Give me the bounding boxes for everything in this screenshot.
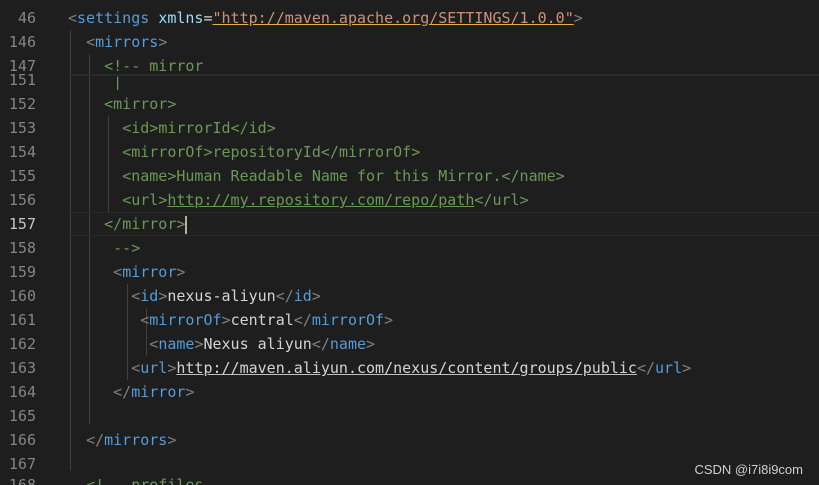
line-number: 160 [8,287,36,305]
code-line-165[interactable] [68,404,819,428]
url-tag: url [131,191,159,209]
code-line-152[interactable]: <mirror> [68,92,819,116]
line-number: 153 [8,119,36,137]
name-value: Human Readable Name for this Mirror. [176,167,502,185]
mirrorof-tag: mirrorOf [311,311,385,329]
mirrorof-tag: mirrorOf [338,143,412,161]
line-number: 155 [8,167,36,185]
code-line-46[interactable]: <settings xmlns="http://maven.apache.org… [68,6,819,30]
name-tag: name [158,335,195,353]
line-number: 151 [8,72,36,88]
line-number: 146 [8,33,36,51]
line-number: 158 [8,239,36,257]
name-tag: name [519,167,556,185]
mirrors-tag: mirrors [104,431,168,449]
line-number: 154 [8,143,36,161]
code-line-164[interactable]: </mirror> [68,380,819,404]
url-tag: url [655,359,683,377]
mirrorof-tag: mirrorOf [149,311,222,329]
id-tag: id [293,287,312,305]
line-number: 166 [8,431,36,449]
code-line-159[interactable]: <mirror> [68,260,819,284]
code-line-155[interactable]: <name>Human Readable Name for this Mirro… [68,164,819,188]
code-line-161[interactable]: <mirrorOf>central</mirrorOf> [68,308,819,332]
id-tag: id [140,287,159,305]
comment-open: <!-- mirror [104,57,204,75]
line-number: 167 [8,455,36,473]
mirror-tag: mirror [131,383,186,401]
mirrorof-tag: mirrorOf [131,143,204,161]
watermark: CSDN @i7i8i9com [694,462,803,477]
mirror-tag: mirror [122,215,177,233]
code-line-163[interactable]: <url>http://maven.aliyun.com/nexus/conte… [68,356,819,380]
code-line-154[interactable]: <mirrorOf>repositoryId</mirrorOf> [68,140,819,164]
line-number: 161 [8,311,36,329]
mirrorof-value: repositoryId [212,143,321,161]
code-line-162[interactable]: <name>Nexus aliyun</name> [68,332,819,356]
url-link[interactable]: http://my.repository.com/repo/path [167,191,474,209]
text-cursor [185,215,188,234]
code-line-160[interactable]: <id>nexus-aliyun</id> [68,284,819,308]
id-tag: id [248,119,267,137]
code-line-166[interactable]: </mirrors> [68,428,819,452]
url-tag: url [492,191,520,209]
mirrorof-value: central [230,311,294,329]
line-number: 152 [8,95,36,113]
line-number: 168 [8,476,36,485]
code-line-156[interactable]: <url>http://my.repository.com/repo/path<… [68,188,819,212]
url-link[interactable]: http://maven.aliyun.com/nexus/content/gr… [176,359,637,377]
line-number: 163 [8,359,36,377]
xmlns-value: "http://maven.apache.org/SETTINGS/1.0.0" [212,9,574,27]
mirror-tag: mirror [122,263,177,281]
code-line-146[interactable]: <mirrors> [68,30,819,54]
line-number: 46 [17,9,36,27]
code-line-153[interactable]: <id>mirrorId</id> [68,116,819,140]
line-number-active: 157 [8,215,36,233]
mirror-tag: mirror [113,95,168,113]
code-line-158[interactable]: --> [68,236,819,260]
line-number: 162 [8,335,36,353]
line-number: 156 [8,191,36,209]
comment-close: --> [113,239,141,257]
id-value: mirrorId [158,119,231,137]
name-value: Nexus aliyun [203,335,312,353]
id-tag: id [131,119,150,137]
name-tag: name [131,167,168,185]
line-number: 159 [8,263,36,281]
line-number-gutter: 46 146 147 151 152 153 154 155 156 157 1… [0,0,62,485]
line-number: 164 [8,383,36,401]
code-line-157[interactable]: </mirror> [68,212,819,236]
line-number: 165 [8,407,36,425]
code-line-147[interactable]: <!-- mirror [68,54,819,78]
id-value: nexus-aliyun [167,287,276,305]
mirrors-tag: mirrors [95,33,159,51]
profiles-comment: <!-- profiles [86,476,204,485]
xmlns-attribute: xmlns [158,9,204,27]
name-tag: name [329,335,367,353]
code-editor[interactable]: 46 146 147 151 152 153 154 155 156 157 1… [0,0,819,485]
code-line-151[interactable]: | [68,76,819,90]
settings-tag: settings [77,9,150,27]
url-tag: url [140,359,168,377]
